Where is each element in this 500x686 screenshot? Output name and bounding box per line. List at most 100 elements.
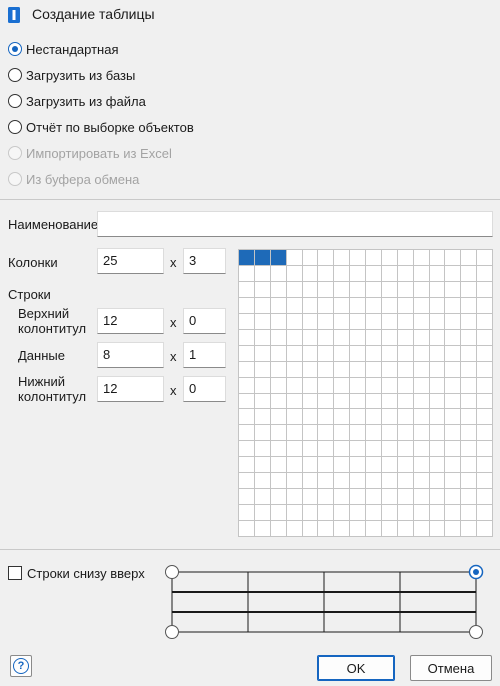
grid-cell[interactable] [429,329,445,345]
grid-cell[interactable] [461,329,477,345]
grid-cell[interactable] [381,313,397,329]
radio-option-object-report[interactable]: Отчёт по выборке объектов [8,118,194,136]
grid-cell[interactable] [239,473,254,489]
header-height-input[interactable]: 0 [183,308,226,334]
grid-cell[interactable] [445,425,461,441]
grid-cell[interactable] [477,297,492,313]
grid-cell[interactable] [302,425,318,441]
grid-cell[interactable] [429,313,445,329]
grid-cell[interactable] [461,313,477,329]
grid-cell[interactable] [350,361,365,377]
grid-cell[interactable] [366,425,381,441]
grid-cell[interactable] [413,345,429,361]
grid-cell[interactable] [461,281,477,297]
grid-cell[interactable] [286,313,302,329]
grid-cell[interactable] [270,281,286,297]
grid-cell[interactable] [254,250,270,265]
grid-cell[interactable] [334,457,350,473]
grid-cell[interactable] [366,329,381,345]
grid-cell[interactable] [429,281,445,297]
grid-cell[interactable] [461,489,477,505]
grid-cell[interactable] [477,329,492,345]
grid-cell[interactable] [429,393,445,409]
grid-cell[interactable] [366,457,381,473]
grid-cell[interactable] [429,505,445,521]
grid-cell[interactable] [334,393,350,409]
radio-button[interactable] [8,42,22,56]
grid-cell[interactable] [270,505,286,521]
grid-cell[interactable] [318,409,334,425]
grid-cell[interactable] [254,297,270,313]
grid-cell[interactable] [318,361,334,377]
grid-cell[interactable] [366,265,381,281]
grid-cell[interactable] [334,265,350,281]
grid-cell[interactable] [445,393,461,409]
grid-cell[interactable] [445,281,461,297]
grid-cell[interactable] [461,361,477,377]
grid-cell[interactable] [302,441,318,457]
grid-cell[interactable] [413,250,429,265]
grid-cell[interactable] [239,521,254,536]
grid-cell[interactable] [270,521,286,536]
grid-cell[interactable] [302,489,318,505]
grid-cell[interactable] [239,377,254,393]
grid-cell[interactable] [445,250,461,265]
grid-cell[interactable] [318,313,334,329]
grid-cell[interactable] [445,265,461,281]
grid-cell[interactable] [350,297,365,313]
grid-cell[interactable] [381,345,397,361]
grid-cell[interactable] [445,345,461,361]
grid-cell[interactable] [286,329,302,345]
name-input[interactable] [97,211,493,237]
grid-cell[interactable] [350,377,365,393]
grid-cell[interactable] [397,377,413,393]
grid-cell[interactable] [318,473,334,489]
grid-cell[interactable] [254,361,270,377]
grid-cell[interactable] [461,441,477,457]
grid-cell[interactable] [397,313,413,329]
grid-cell[interactable] [461,425,477,441]
grid-cell[interactable] [429,521,445,536]
grid-cell[interactable] [397,505,413,521]
grid-cell[interactable] [254,425,270,441]
grid-cell[interactable] [381,505,397,521]
grid-cell[interactable] [239,297,254,313]
grid-cell[interactable] [429,297,445,313]
radio-button[interactable] [8,94,22,108]
grid-cell[interactable] [381,441,397,457]
grid-cell[interactable] [381,473,397,489]
grid-cell[interactable] [334,377,350,393]
grid-cell[interactable] [318,297,334,313]
grid-cell[interactable] [366,377,381,393]
grid-cell[interactable] [461,297,477,313]
grid-cell[interactable] [429,265,445,281]
grid-cell[interactable] [461,393,477,409]
grid-cell[interactable] [254,345,270,361]
grid-cell[interactable] [445,521,461,536]
grid-cell[interactable] [366,345,381,361]
grid-cell[interactable] [461,250,477,265]
grid-cell[interactable] [366,393,381,409]
grid-cell[interactable] [397,473,413,489]
grid-cell[interactable] [461,457,477,473]
grid-cell[interactable] [239,329,254,345]
grid-cell[interactable] [413,377,429,393]
grid-cell[interactable] [445,473,461,489]
grid-cell[interactable] [445,409,461,425]
grid-cell[interactable] [381,329,397,345]
grid-cell[interactable] [413,409,429,425]
grid-cell[interactable] [445,441,461,457]
grid-cell[interactable] [286,521,302,536]
grid-cell[interactable] [270,489,286,505]
grid-cell[interactable] [270,425,286,441]
grid-cell[interactable] [397,281,413,297]
grid-cell[interactable] [334,441,350,457]
grid-cell[interactable] [350,521,365,536]
grid-cell[interactable] [239,441,254,457]
grid-cell[interactable] [302,313,318,329]
grid-cell[interactable] [366,297,381,313]
grid-cell[interactable] [302,329,318,345]
grid-cell[interactable] [239,489,254,505]
grid-cell[interactable] [350,409,365,425]
grid-cell[interactable] [286,297,302,313]
